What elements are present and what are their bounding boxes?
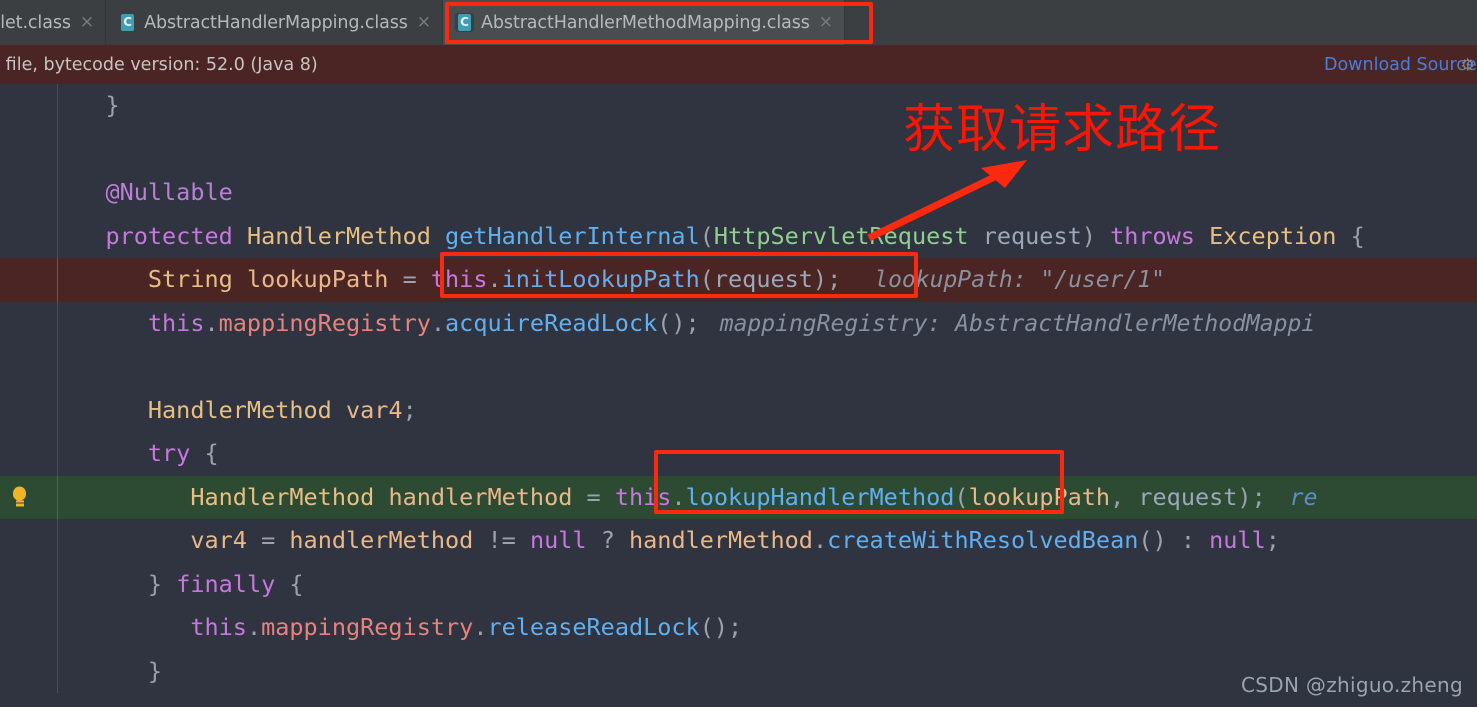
fold-guide xyxy=(57,519,58,563)
code-text: HandlerMethod var4; xyxy=(147,395,417,424)
parameter-hint: re xyxy=(1289,484,1318,511)
close-icon[interactable]: × xyxy=(417,14,431,31)
fold-guide xyxy=(57,301,58,345)
annotation-chinese-note: 获取请求路径 xyxy=(903,100,1222,160)
code-text: @Nullable xyxy=(63,178,233,206)
code-text: } finally { xyxy=(63,569,304,598)
fold-guide xyxy=(57,432,58,476)
tab-label: AbstractHandlerMapping.class xyxy=(144,12,408,33)
gutter[interactable] xyxy=(0,258,57,302)
code-line-modified[interactable]: HandlerMethod handlerMethod = this.looku… xyxy=(0,475,1477,519)
gutter[interactable] xyxy=(0,128,57,172)
code-line[interactable]: try { xyxy=(0,432,1477,476)
code-text: var4 = handlerMethod != null ? handlerMe… xyxy=(190,526,1280,554)
code-text: try { xyxy=(147,439,219,467)
code-line[interactable] xyxy=(0,127,1477,172)
code-editor-area[interactable]: } @Nullable protected HandlerMethod getH… xyxy=(0,84,1477,707)
editor-tab-abstracthandlermapping-class[interactable]: C AbstractHandlerMapping.class × xyxy=(106,0,444,45)
close-icon[interactable]: × xyxy=(819,14,833,31)
banner-message: s file, bytecode version: 52.0 (Java 8) xyxy=(0,54,318,75)
gear-icon[interactable]: ⚙ xyxy=(1461,55,1475,74)
ide-editor-window: vlet.class × C AbstractHandlerMapping.cl… xyxy=(0,0,1477,707)
gutter[interactable] xyxy=(0,302,57,346)
gutter[interactable] xyxy=(0,475,57,519)
java-class-icon: C xyxy=(118,13,138,32)
gutter[interactable] xyxy=(0,650,57,694)
fold-guide xyxy=(57,475,58,519)
gutter[interactable] xyxy=(0,563,57,607)
code-text: } xyxy=(63,656,163,685)
editor-tab-servlet-class[interactable]: vlet.class × xyxy=(0,0,107,45)
gutter[interactable] xyxy=(0,519,57,563)
gutter[interactable] xyxy=(0,432,57,476)
tab-label: AbstractHandlerMethodMapping.class xyxy=(481,12,810,33)
debug-value-hint: mappingRegistry: AbstractHandlerMethodMa… xyxy=(719,310,1316,337)
fold-guide xyxy=(57,258,58,302)
code-text: } xyxy=(63,91,120,119)
fold-guide xyxy=(57,388,58,432)
code-text: HandlerMethod handlerMethod = this.looku… xyxy=(190,482,1318,511)
gutter[interactable] xyxy=(0,171,57,215)
java-class-icon: C xyxy=(455,13,475,32)
code-text: this.mappingRegistry.acquireReadLock(); m… xyxy=(147,308,1316,337)
code-text: this.mappingRegistry.releaseReadLock(); xyxy=(190,613,743,641)
fold-guide xyxy=(57,214,58,258)
fold-guide xyxy=(57,171,58,215)
fold-guide xyxy=(57,127,58,171)
decompiled-file-banner: s file, bytecode version: 52.0 (Java 8) … xyxy=(0,45,1477,84)
gutter[interactable] xyxy=(0,84,57,128)
fold-guide xyxy=(57,345,58,389)
code-line[interactable]: this.mappingRegistry.acquireReadLock(); m… xyxy=(0,301,1477,346)
code-line[interactable]: } xyxy=(0,84,1477,128)
download-source-link[interactable]: Download Source xyxy=(1324,55,1477,75)
gutter[interactable] xyxy=(0,345,57,389)
code-text: String lookupPath = this.initLookupPath(… xyxy=(147,265,1166,293)
editor-tab-abstracthandlermethodmapping-class[interactable]: C AbstractHandlerMethodMapping.class × xyxy=(443,0,846,45)
close-icon[interactable]: × xyxy=(80,14,94,31)
debug-value-hint: lookupPath: "/user/1" xyxy=(874,267,1166,293)
code-line[interactable]: @Nullable xyxy=(0,171,1477,215)
fold-guide xyxy=(57,606,58,650)
gutter[interactable] xyxy=(0,606,57,650)
code-line[interactable]: var4 = handlerMethod != null ? handlerMe… xyxy=(0,519,1477,563)
fold-guide xyxy=(57,84,58,128)
code-line[interactable]: } finally { xyxy=(0,562,1477,607)
fold-guide xyxy=(57,649,58,693)
code-line[interactable]: HandlerMethod var4; xyxy=(0,388,1477,433)
code-line[interactable] xyxy=(0,345,1477,389)
gutter[interactable] xyxy=(0,215,57,259)
editor-tab-bar: vlet.class × C AbstractHandlerMapping.cl… xyxy=(0,0,1477,45)
code-line-current-execution[interactable]: String lookupPath = this.initLookupPath(… xyxy=(0,258,1477,302)
code-line[interactable]: protected HandlerMethod getHandlerIntern… xyxy=(0,214,1477,259)
code-line[interactable]: this.mappingRegistry.releaseReadLock(); xyxy=(0,606,1477,650)
tab-label: vlet.class xyxy=(0,12,71,33)
gutter[interactable] xyxy=(0,389,57,433)
fold-guide xyxy=(57,562,58,606)
lightbulb-icon[interactable] xyxy=(11,486,28,508)
csdn-watermark: CSDN @zhiguo.zheng xyxy=(1241,673,1463,697)
code-text: protected HandlerMethod getHandlerIntern… xyxy=(105,221,1365,250)
